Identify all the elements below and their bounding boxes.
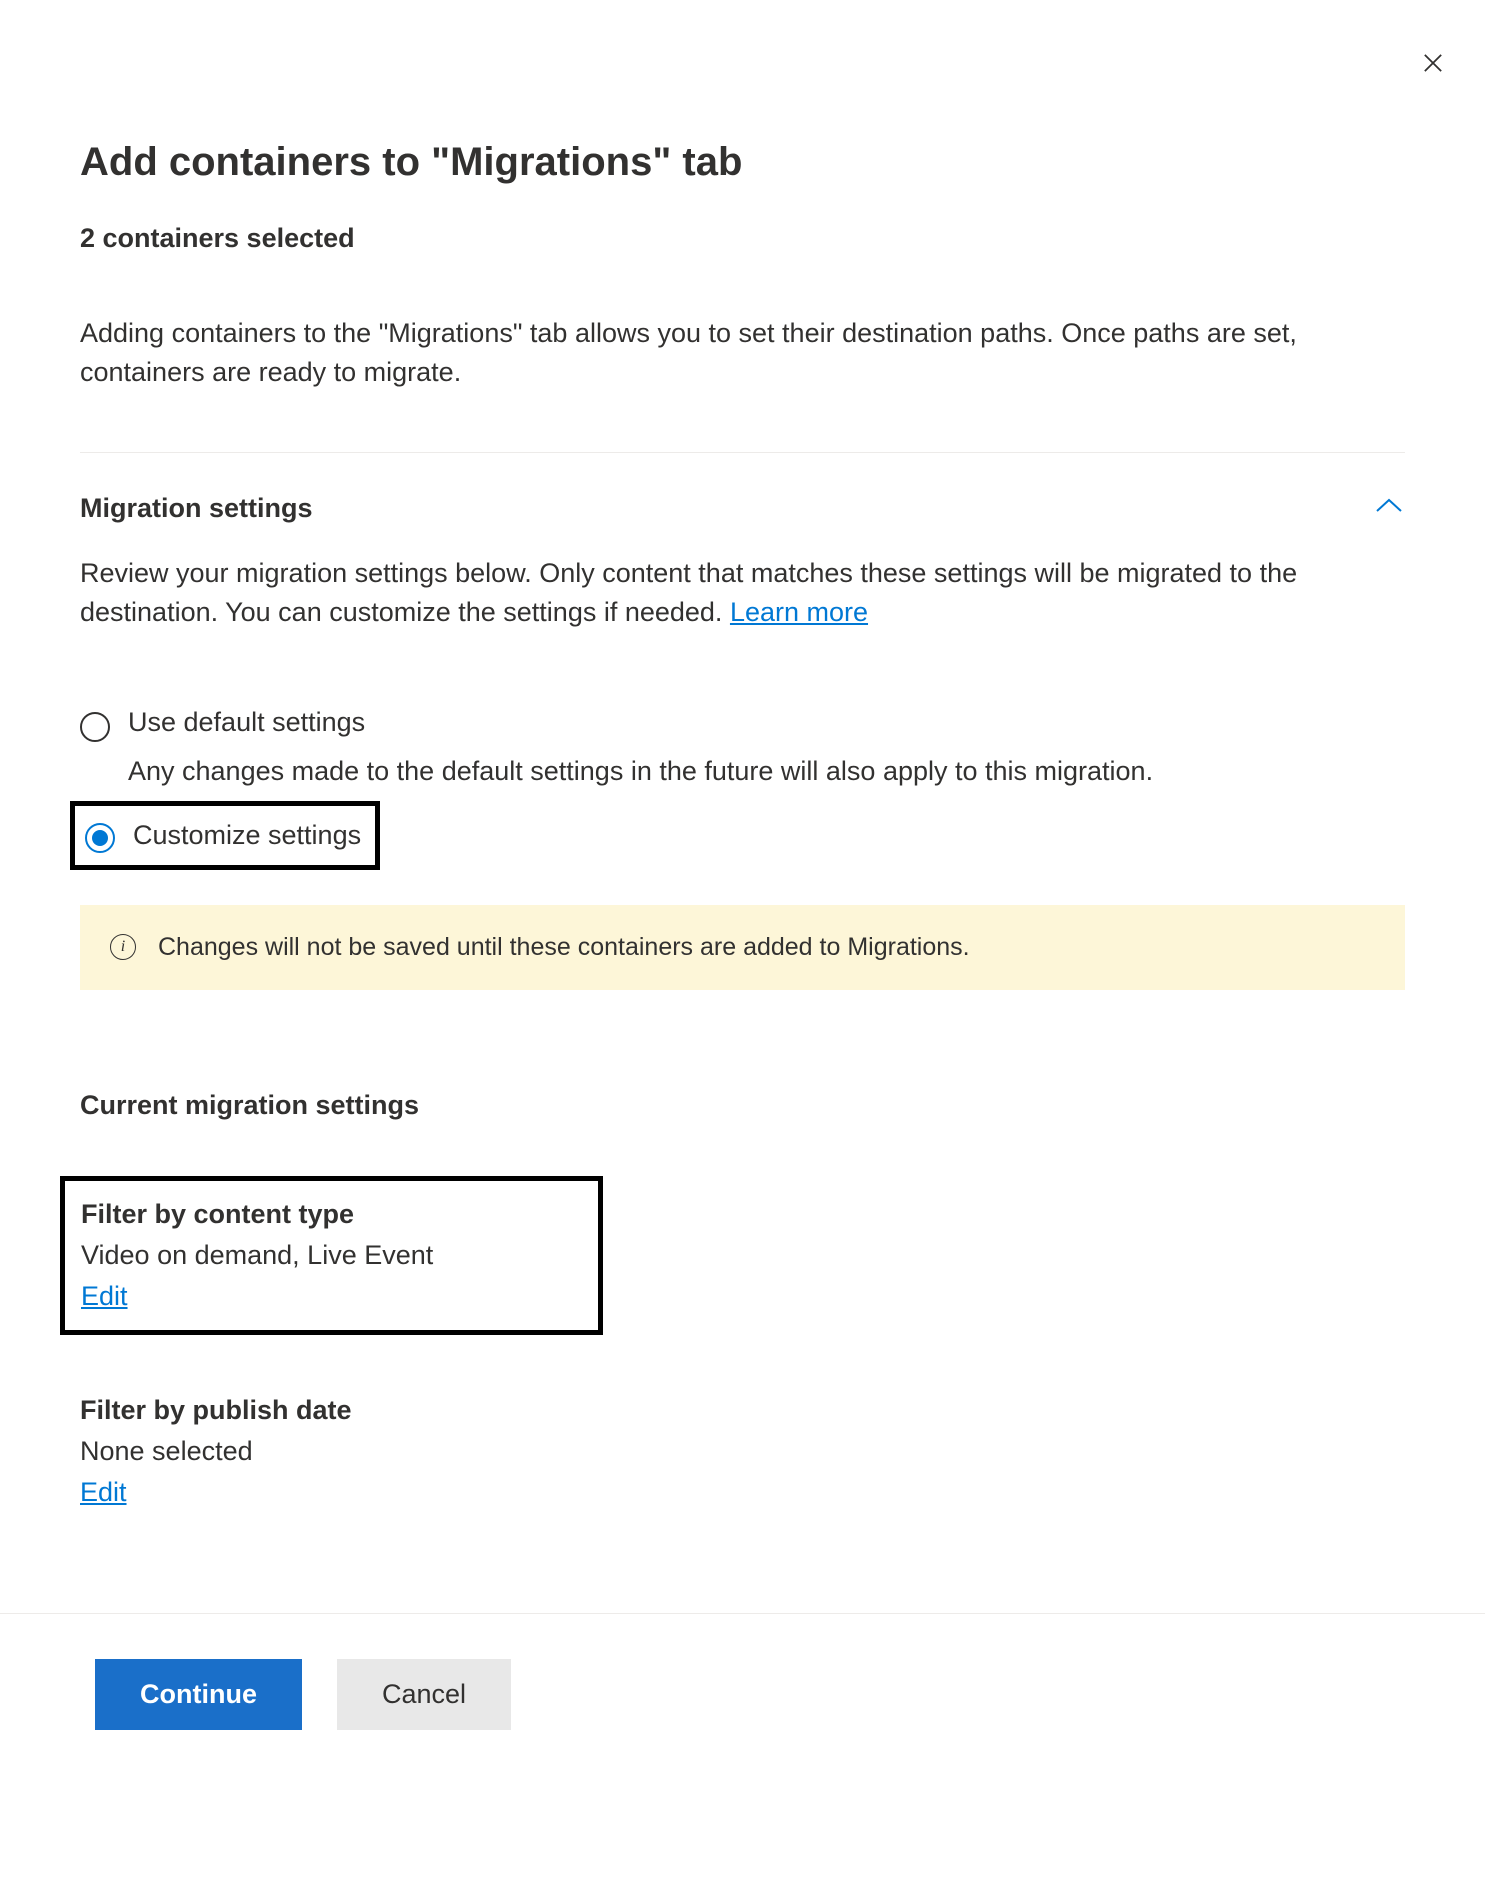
settings-radio-group: Use default settings Any changes made to… [80,703,1405,895]
learn-more-link[interactable]: Learn more [730,597,868,627]
current-settings-title: Current migration settings [80,1090,1405,1121]
migration-settings-title: Migration settings [80,493,313,524]
migration-settings-header[interactable]: Migration settings [80,493,1405,524]
divider [80,452,1405,453]
filter-publish-date-value: None selected [80,1436,1405,1467]
close-icon [1419,49,1447,77]
radio-customize-circle[interactable] [85,823,115,853]
footer: Continue Cancel [0,1613,1485,1830]
filter-content-type-edit[interactable]: Edit [81,1281,128,1311]
description-text: Adding containers to the "Migrations" ta… [80,314,1405,392]
radio-default-label: Use default settings [128,707,365,738]
radio-default-subtext: Any changes made to the default settings… [128,752,1405,791]
add-containers-panel: Add containers to "Migrations" tab 2 con… [0,0,1485,1613]
filter-content-type-label: Filter by content type [81,1199,433,1230]
migration-settings-description: Review your migration settings below. On… [80,554,1405,632]
continue-button[interactable]: Continue [95,1659,302,1730]
radio-selected-dot [92,830,108,846]
info-icon: i [110,934,136,960]
radio-default-circle[interactable] [80,712,110,742]
page-title: Add containers to "Migrations" tab [80,140,1405,185]
filter-publish-date-label: Filter by publish date [80,1395,1405,1426]
filter-publish-date-edit[interactable]: Edit [80,1477,127,1507]
filter-content-type-value: Video on demand, Live Event [81,1240,433,1271]
info-banner: i Changes will not be saved until these … [80,905,1405,990]
selection-count: 2 containers selected [80,223,1405,254]
info-banner-text: Changes will not be saved until these co… [158,933,970,962]
radio-option-customize-highlight: Customize settings [70,801,380,870]
chevron-up-icon [1373,495,1405,523]
radio-customize-label: Customize settings [133,820,361,851]
filter-publish-date-block: Filter by publish date None selected Edi… [80,1395,1405,1508]
settings-description-text: Review your migration settings below. On… [80,558,1297,627]
cancel-button[interactable]: Cancel [337,1659,511,1730]
close-button[interactable] [1411,40,1455,93]
filter-content-type-block: Filter by content type Video on demand, … [60,1176,603,1335]
radio-option-default[interactable]: Use default settings [80,703,1405,746]
